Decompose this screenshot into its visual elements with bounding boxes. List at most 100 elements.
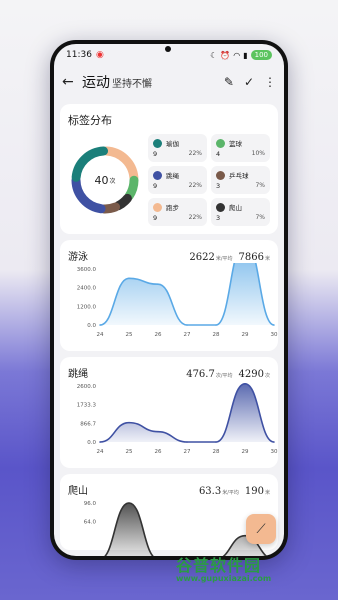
legend-count: 9: [153, 182, 158, 190]
data-point: [244, 383, 246, 385]
legend-item[interactable]: 爬山 3 7%: [211, 198, 270, 226]
stat-avg: 63.3: [198, 486, 222, 497]
data-point: [128, 421, 130, 424]
stat-avg-unit: 米/平均: [222, 490, 239, 496]
donut-unit: 次: [109, 177, 116, 185]
app-bar: ← 运动 坚持不懈 ✎ ✓ ⋮: [54, 66, 284, 98]
x-tick-label: 30: [271, 449, 278, 455]
stat-avg-unit: 米/平均: [215, 256, 233, 262]
x-tick-label: 29: [242, 332, 249, 338]
chart-title: 跳绳: [68, 369, 88, 380]
watermark: 谷普软件园 www.gupuxiazai.com: [176, 552, 336, 596]
notification-icon: ◉: [95, 50, 104, 60]
legend-percent: 22%: [188, 182, 202, 189]
legend-swatch: [216, 170, 225, 180]
legend-swatch: [153, 138, 162, 148]
area-chart-rope: 0.0 866.7 1733.3 2600.0 24 25 26 27 28 29 30: [77, 383, 278, 455]
y-tick-label: 1733.3: [77, 403, 97, 409]
chart-title: 游泳: [68, 252, 88, 263]
x-tick-label: 27: [184, 332, 191, 338]
x-tick-label: 24: [97, 332, 104, 338]
battery-icon: 100: [250, 50, 272, 60]
legend-count: 4: [216, 150, 221, 158]
stat-avg-unit: 次/平均: [215, 373, 233, 379]
trend-icon: ⟋: [256, 521, 266, 537]
moon-icon: ☾: [210, 50, 218, 60]
legend-item[interactable]: 乒乓球 3 7%: [211, 166, 270, 194]
check-icon[interactable]: ✓: [244, 75, 254, 89]
data-point: [273, 324, 275, 326]
data-point: [215, 441, 217, 443]
data-point: [128, 502, 130, 504]
more-icon[interactable]: ⋮: [264, 75, 276, 89]
legend-label: 跑步: [166, 204, 179, 212]
area-chart-swim: 0.0 1200.0 2400.0 3600.0 24 25 26 27 28 29 30: [77, 240, 278, 338]
x-tick-label: 27: [184, 449, 191, 455]
page-subtitle: 坚持不懈: [112, 78, 152, 90]
stat-max: 7866: [238, 252, 264, 263]
y-tick-label: 2400.0: [77, 286, 97, 292]
data-point: [157, 430, 159, 433]
legend-item[interactable]: 篮球 4 10%: [211, 134, 270, 162]
donut-total: 40: [94, 173, 109, 187]
legend-label: 瑜伽: [166, 140, 179, 148]
legend-grid: 瑜伽 9 22% 篮球 4 10% 跳绳 9 22% 乒乓球 3 7% 跑步 9 22% 爬山 3 7%: [148, 134, 270, 226]
chart-title: 爬山: [68, 486, 88, 497]
data-point: [186, 441, 188, 443]
x-tick-label: 25: [126, 449, 133, 455]
stat-max-unit: 次: [264, 373, 270, 379]
edit-icon[interactable]: ✎: [224, 75, 234, 89]
clock: 11:36: [66, 50, 92, 60]
y-tick-label: 0.0: [87, 440, 96, 446]
back-arrow-icon[interactable]: ←: [62, 74, 82, 90]
x-tick-label: 28: [213, 332, 220, 338]
y-tick-label: 0.0: [87, 323, 96, 329]
legend-item[interactable]: 跳绳 9 22%: [148, 166, 207, 194]
legend-swatch: [153, 170, 162, 180]
x-tick-label: 24: [97, 449, 104, 455]
data-point: [186, 324, 188, 326]
legend-percent: 7%: [255, 214, 265, 221]
x-tick-label: 26: [155, 449, 162, 455]
legend-swatch: [216, 138, 225, 148]
legend-swatch: [153, 202, 162, 212]
legend-count: 9: [153, 214, 158, 222]
y-tick-label: 2600.0: [77, 384, 97, 390]
area-fill: [100, 241, 274, 325]
card-title: 标签分布: [68, 114, 112, 127]
app-screen: 11:36 ◉ ☾ ⏰ ◠ ▮ 100 ← 运动 坚持不懈 ✎ ✓ ⋮ 标签分布…: [54, 44, 284, 556]
trend-fab-button[interactable]: ⟋: [246, 514, 276, 544]
stat-avg: 476.7: [186, 369, 215, 380]
legend-percent: 7%: [255, 182, 265, 189]
data-point: [157, 283, 159, 286]
chart-card-swim: 游泳 2622米/平均 7866米 0.0 1200.0 2400.0 3600.0 2…: [60, 240, 278, 351]
data-point: [273, 441, 275, 443]
page-title: 运动: [82, 75, 110, 91]
data-point: [99, 441, 101, 443]
y-tick-label: 3600.0: [77, 267, 97, 273]
legend-label: 跳绳: [166, 172, 179, 180]
legend-percent: 22%: [188, 214, 202, 221]
legend-item[interactable]: 瑜伽 9 22%: [148, 134, 207, 162]
stat-max: 4290: [238, 369, 264, 380]
data-point: [128, 277, 130, 280]
signal-icon: ▮: [243, 50, 248, 60]
x-tick-label: 26: [155, 332, 162, 338]
legend-count: 9: [153, 150, 158, 158]
tag-distribution-card: 标签分布 40 次 瑜伽 9 22% 篮球 4 10% 跳绳 9 22% 乒乓球 3 7% 跑步 9 22% 爬…: [60, 104, 278, 234]
legend-swatch: [216, 202, 225, 212]
stat-max-unit: 米: [264, 256, 270, 262]
y-tick-label: 64.0: [84, 520, 97, 526]
y-tick-label: 866.7: [80, 421, 96, 427]
x-tick-label: 29: [242, 449, 249, 455]
area-fill: [100, 383, 274, 442]
x-tick-label: 30: [271, 332, 278, 338]
legend-item[interactable]: 跑步 9 22%: [148, 198, 207, 226]
y-tick-label: 1200.0: [77, 304, 97, 310]
legend-label: 篮球: [229, 140, 242, 148]
x-tick-label: 25: [126, 332, 133, 338]
wifi-icon: ◠: [233, 50, 241, 60]
legend-count: 3: [216, 182, 221, 190]
alarm-icon: ⏰: [220, 50, 231, 60]
front-camera: [165, 46, 171, 52]
